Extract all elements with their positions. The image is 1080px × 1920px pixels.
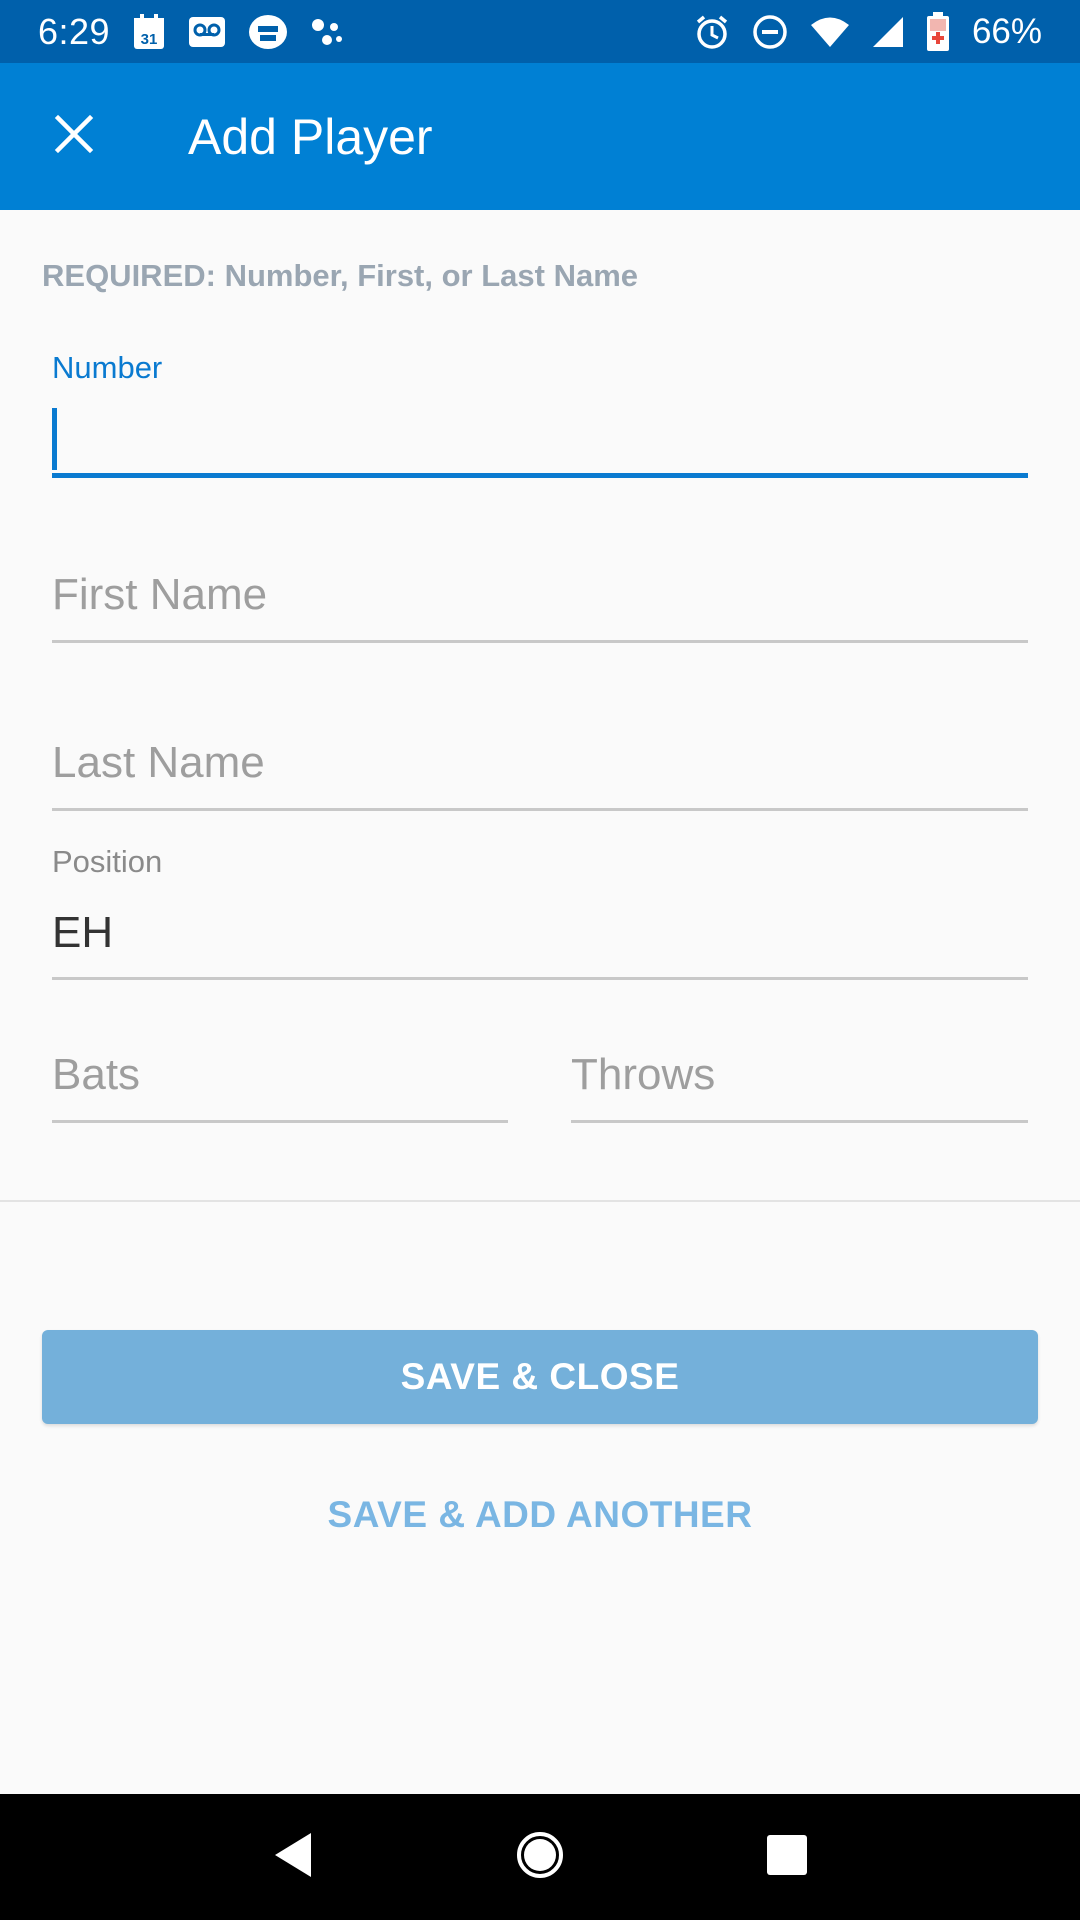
app-bar: Add Player	[0, 63, 1080, 210]
recents-icon	[766, 1834, 808, 1881]
voicemail-icon	[188, 15, 226, 49]
bats-input[interactable]	[52, 1040, 508, 1110]
alarm-icon	[694, 14, 730, 50]
throws-field[interactable]	[571, 1030, 1028, 1125]
home-button[interactable]	[490, 1807, 590, 1907]
last-name-field[interactable]	[52, 718, 1028, 813]
close-icon	[54, 114, 94, 159]
recents-button[interactable]	[737, 1807, 837, 1907]
status-time: 6:29	[38, 10, 111, 52]
save-add-another-button[interactable]: SAVE & ADD ANOTHER	[0, 1470, 1080, 1560]
bats-field[interactable]	[52, 1030, 508, 1125]
save-close-button[interactable]: SAVE & CLOSE	[42, 1330, 1038, 1424]
throws-input[interactable]	[571, 1040, 1028, 1110]
status-left: 6:29 31	[38, 11, 344, 53]
position-field[interactable]: Position EH	[52, 842, 1028, 982]
signal-icon	[872, 16, 904, 48]
page-title: Add Player	[188, 108, 433, 165]
throws-underline	[571, 1120, 1028, 1123]
position-label: Position	[52, 844, 163, 879]
status-bar: 6:29 31 66%	[0, 0, 1080, 63]
close-button[interactable]	[0, 63, 148, 210]
battery-icon	[926, 11, 950, 52]
form-divider	[0, 1200, 1080, 1202]
back-button[interactable]	[243, 1807, 343, 1907]
required-note: REQUIRED: Number, First, or Last Name	[42, 258, 639, 293]
position-value: EH	[52, 908, 114, 957]
calendar-day: 31	[141, 31, 158, 48]
add-player-screen: 6:29 31 66% Add Player REQUIRED: Number,…	[0, 0, 1080, 1920]
calendar-icon: 31	[132, 13, 166, 51]
first-name-field[interactable]	[52, 550, 1028, 645]
position-underline	[52, 977, 1028, 980]
back-icon	[271, 1831, 315, 1884]
system-nav-bar	[0, 1794, 1080, 1920]
first-name-underline	[52, 640, 1028, 643]
last-name-input[interactable]	[52, 728, 1028, 798]
number-field[interactable]: Number	[52, 340, 1028, 478]
number-input[interactable]	[52, 400, 1028, 470]
do-not-disturb-icon	[752, 14, 788, 50]
last-name-underline	[52, 808, 1028, 811]
number-label: Number	[52, 350, 163, 385]
status-right: 66%	[694, 11, 1042, 52]
printer-icon	[248, 14, 288, 50]
bats-underline	[52, 1120, 508, 1123]
first-name-input[interactable]	[52, 560, 1028, 630]
wifi-icon	[810, 16, 850, 48]
battery-percent: 66%	[971, 11, 1042, 51]
number-underline	[52, 473, 1028, 478]
home-icon	[515, 1830, 565, 1885]
assistant-dots-icon	[310, 15, 344, 49]
